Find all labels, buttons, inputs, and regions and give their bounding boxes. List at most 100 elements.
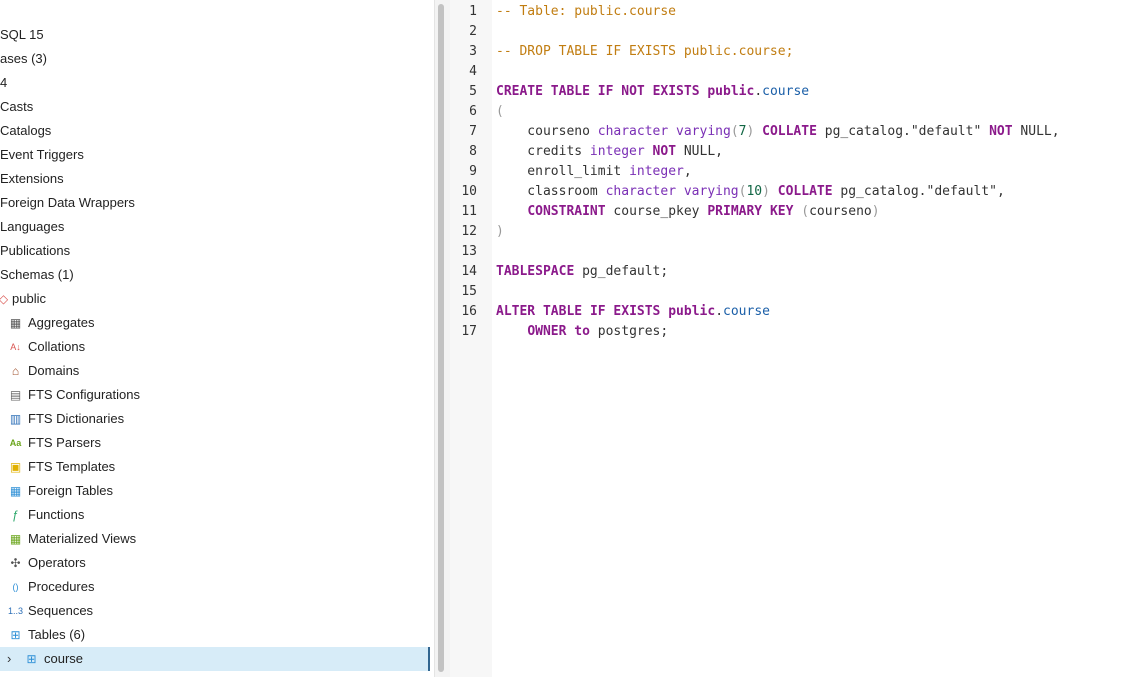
- code-token: TABLE: [550, 84, 590, 99]
- fts-dictionaries-icon: ▥: [9, 412, 22, 426]
- code-token: (: [496, 104, 504, 119]
- tree-item-label: Aggregates: [28, 315, 95, 330]
- chevron-right-icon[interactable]: ›: [7, 647, 11, 671]
- tree-item-label: 4: [0, 75, 8, 90]
- code-token: NULL,: [1012, 124, 1060, 139]
- code-token: TABLE: [542, 304, 583, 319]
- line-number: 14: [461, 264, 477, 279]
- code-token: NOT: [989, 124, 1013, 139]
- code-line[interactable]: classroom character varying(10) COLLATE …: [496, 182, 1004, 202]
- tree-item-label: course: [44, 651, 84, 666]
- tree-item-label: Procedures: [28, 579, 95, 594]
- tree-item-label: Foreign Data Wrappers: [0, 195, 135, 210]
- code-token: CONSTRAINT: [527, 204, 606, 219]
- code-token: ): [496, 224, 504, 239]
- code-line[interactable]: courseno character varying(7) COLLATE pg…: [496, 122, 1060, 142]
- line-number: 15: [461, 284, 477, 299]
- code-line[interactable]: enroll_limit integer,: [496, 162, 692, 182]
- aggregates-icon: ▦: [9, 316, 22, 330]
- code-token: course: [723, 304, 770, 319]
- line-number: 7: [469, 124, 477, 139]
- fts-configurations-icon: ▤: [9, 388, 22, 402]
- collations-icon: A↓: [10, 342, 21, 352]
- code-token: TABLESPACE: [496, 264, 575, 279]
- code-line[interactable]: CONSTRAINT course_pkey PRIMARY KEY (cour…: [496, 202, 879, 222]
- code-line[interactable]: ): [496, 222, 504, 242]
- tree-item-label: Publications: [0, 243, 71, 258]
- tree-item-label: Collations: [28, 339, 86, 354]
- code-token: courseno: [809, 204, 872, 219]
- tree-item-label: Domains: [28, 363, 80, 378]
- code-line[interactable]: OWNER to postgres;: [496, 322, 668, 342]
- line-number: 11: [461, 204, 477, 219]
- code-token: -- DROP TABLE IF EXISTS public.course;: [496, 44, 794, 59]
- tree-item-label: Event Triggers: [0, 147, 84, 162]
- code-token: EXISTS: [613, 304, 661, 319]
- line-number: 1: [469, 4, 477, 19]
- code-line[interactable]: TABLESPACE pg_default;: [496, 262, 668, 282]
- code-token: .: [754, 84, 763, 99]
- fts-templates-icon: ▣: [9, 460, 22, 474]
- code-token: character varying: [597, 124, 731, 139]
- code-token: pg_catalog."default": [816, 124, 990, 139]
- code-token: .: [715, 304, 724, 319]
- line-number: 16: [461, 304, 477, 319]
- code-token: credits: [496, 144, 590, 159]
- code-token: KEY: [769, 204, 794, 219]
- code-token: pg_default;: [574, 264, 669, 279]
- code-token: -- Table: public.course: [496, 4, 677, 19]
- panel-splitter[interactable]: [434, 0, 450, 677]
- procedures-icon: (): [12, 582, 19, 592]
- tree-item-label: Functions: [28, 507, 85, 522]
- tree-item-label: Catalogs: [0, 123, 52, 138]
- code-token: courseno: [496, 124, 598, 139]
- code-token: to: [574, 324, 590, 339]
- line-number: 9: [469, 164, 477, 179]
- tree-item-label: FTS Configurations: [28, 387, 140, 402]
- tree-item-label: Sequences: [28, 603, 94, 618]
- code-token: ALTER: [496, 304, 536, 319]
- code-token: ,: [683, 164, 692, 179]
- code-line[interactable]: (: [496, 102, 504, 122]
- code-token: integer: [629, 164, 684, 179]
- tree-item-label: Operators: [28, 555, 86, 570]
- tree-item-label: Extensions: [0, 171, 64, 186]
- tree-item-label: Materialized Views: [28, 531, 137, 546]
- code-line[interactable]: ALTER TABLE IF EXISTS public.course: [496, 302, 770, 322]
- table-icon: ⊞: [26, 652, 37, 666]
- code-line[interactable]: credits integer NOT NULL,: [496, 142, 723, 162]
- tree-item-label: FTS Parsers: [28, 435, 101, 450]
- code-token: PRIMARY: [707, 204, 763, 219]
- line-number: 3: [469, 44, 477, 59]
- sql-code-editor[interactable]: -- Table: public.course -- DROP TABLE IF …: [492, 0, 1137, 677]
- code-token: public: [668, 304, 716, 319]
- line-number: 10: [461, 184, 477, 199]
- code-line[interactable]: -- DROP TABLE IF EXISTS public.course;: [496, 42, 793, 62]
- code-token: integer: [589, 144, 645, 159]
- code-token: NOT: [621, 84, 645, 99]
- code-line[interactable]: CREATE TABLE IF NOT EXISTS public.course: [496, 82, 809, 102]
- tree-item-label: Languages: [0, 219, 65, 234]
- tree-item-course[interactable]: › ⊞ course: [0, 647, 430, 671]
- foreign-tables-icon: ▦: [9, 484, 22, 498]
- tree-item-label: public: [12, 291, 46, 306]
- code-token: character varying: [605, 184, 739, 199]
- code-token: 10: [746, 184, 763, 199]
- fts-parsers-icon: Aa: [9, 438, 22, 448]
- code-token: ): [762, 184, 770, 199]
- tree-item-label: SQL 15: [0, 27, 44, 42]
- tree-item-label: FTS Dictionaries: [28, 411, 125, 426]
- tree-scrollbar-thumb[interactable]: [438, 4, 444, 672]
- tree-item-label: ases (3): [0, 51, 47, 66]
- line-number: 2: [469, 24, 477, 39]
- tree-item-label: Casts: [0, 99, 34, 114]
- code-line[interactable]: -- Table: public.course: [496, 2, 676, 22]
